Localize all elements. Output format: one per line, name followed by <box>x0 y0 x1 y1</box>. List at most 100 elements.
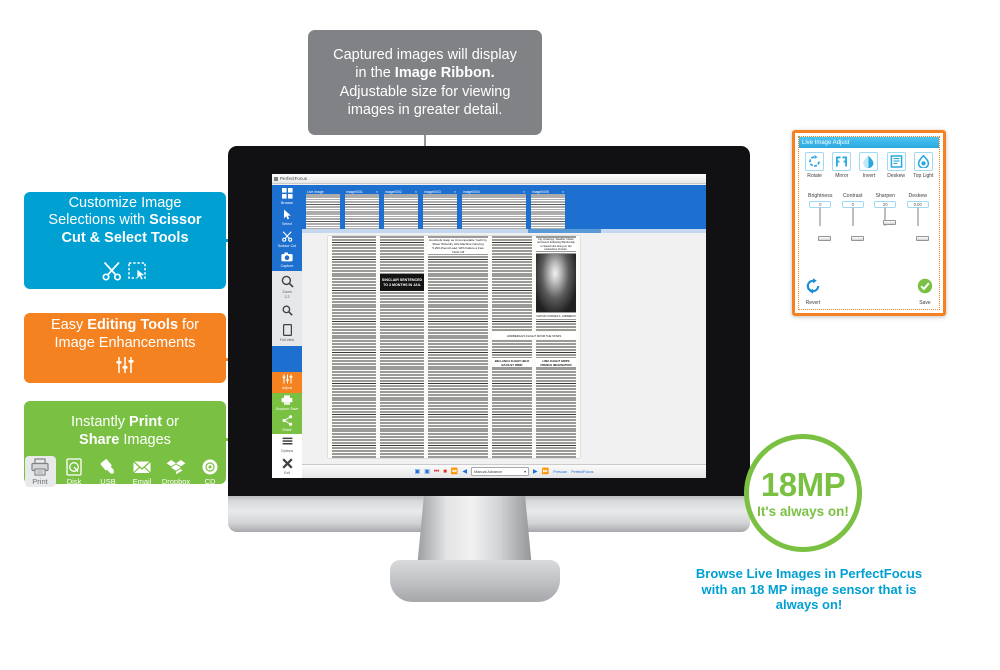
revert-refresh-icon <box>805 278 821 298</box>
tool-invert[interactable]: Invert <box>855 152 882 179</box>
sidebar-item-share[interactable]: Share <box>272 413 302 435</box>
sidebar-item-zoom-in[interactable]: Zoom 2.2 <box>272 271 302 302</box>
caption-captain-lindbergh: CAPTAIN CHARLES A. LINDBERGH <box>536 313 576 319</box>
browse-grid-icon <box>281 188 293 200</box>
sidebar-item-full-view[interactable]: Full view <box>272 319 302 347</box>
share-label-usb: USB <box>100 477 116 486</box>
callout-line-2-bold: Image Ribbon. <box>394 65 495 81</box>
slider-thumb-brightness[interactable] <box>818 236 832 241</box>
ribbon-thumb-image0002[interactable]: image0002 × <box>383 188 419 232</box>
tool-top-light[interactable]: Top Light <box>910 152 937 179</box>
slider-thumb-contrast[interactable] <box>850 236 864 241</box>
close-icon[interactable]: × <box>562 190 564 194</box>
tool-label-invert: Invert <box>862 172 876 179</box>
share-item-cd[interactable]: CD <box>195 456 226 487</box>
image-ribbon[interactable]: Live Image image0001 × image0002 × image… <box>302 185 706 233</box>
callout-editing-tools: Easy Editing Tools for Image Enhancement… <box>24 313 226 383</box>
ribbon-thumb-preview <box>462 194 526 231</box>
slider-contrast[interactable]: Contrast 0 <box>838 193 868 285</box>
share-item-dropbox[interactable]: Dropbox <box>161 456 192 487</box>
slider-thumb-sharpen[interactable] <box>883 220 897 226</box>
statusbar-prescan-label[interactable]: Prescan <box>553 470 567 474</box>
close-icon[interactable]: × <box>523 190 525 194</box>
headline-sinclair: SINCLAIR SENTENCED TO 3 MONTHS IN JAIL <box>380 274 424 291</box>
slider-track-sharpen[interactable] <box>883 206 897 226</box>
slider-track-contrast[interactable] <box>850 206 864 241</box>
tool-rotate[interactable]: Rotate <box>801 152 828 179</box>
ribbon-thumb-label: image0005 <box>532 189 549 194</box>
sidebar-item-options[interactable]: Options <box>272 434 302 456</box>
ribbon-thumb-image0003[interactable]: image0003 × <box>422 188 458 232</box>
full-view-icon <box>282 323 292 337</box>
bottom-caption: Browse Live Images in PerfectFocus with … <box>690 566 928 613</box>
top-light-icon <box>913 152 933 171</box>
share-item-disk[interactable]: Disk <box>59 456 90 487</box>
green-line-2-post: Images <box>119 431 171 448</box>
sidebar-item-zoom-out[interactable] <box>272 301 302 320</box>
share-item-print[interactable]: Print <box>24 456 56 487</box>
ribbon-thumb-image0004[interactable]: image0004 × <box>461 188 527 232</box>
slider-thumb-deskew[interactable] <box>915 236 929 241</box>
step-forward-button[interactable]: ▶ <box>533 469 538 475</box>
next-page-button[interactable]: ⏩ <box>542 469 549 475</box>
revert-button[interactable]: Revert <box>805 278 821 306</box>
ribbon-thumb-image0005[interactable]: image0005 × <box>530 188 566 232</box>
callout-line-4: images in greater detail. <box>347 102 503 118</box>
save-check-icon <box>917 278 933 298</box>
usb-icon <box>98 458 118 476</box>
sidebar-item-scissor-cut[interactable]: Scissor Cut <box>272 228 302 250</box>
live-image-adjust-sliders: Brightness 0 Contrast 0 Sharpen 20 Deske… <box>799 193 939 285</box>
camera-icon <box>281 252 293 263</box>
save-button[interactable]: Save <box>917 278 933 306</box>
viewer-statusbar: ▣ ▣ ⏮ ■ ⏪ ◀ Manual Advance ▾ ▶ ⏩ Prescan <box>302 464 706 478</box>
sidebar-item-adjust[interactable]: Adjust <box>272 372 302 393</box>
news-column <box>380 236 424 458</box>
slider-track-deskew[interactable] <box>915 206 929 241</box>
tool-deskew[interactable]: Deskew <box>883 152 910 179</box>
ribbon-thumb-preview <box>306 194 340 231</box>
18mp-badge: 18MP It's always on! <box>744 434 862 552</box>
close-icon[interactable]: × <box>415 190 417 194</box>
mirror-icon <box>832 152 852 171</box>
capture-alt-button[interactable]: ▣ <box>424 469 430 475</box>
slider-track-brightness[interactable] <box>818 206 832 241</box>
close-icon[interactable]: × <box>454 190 456 194</box>
headline-fig-drawings: Fig. Drawings, Weather Charts and Gents … <box>536 237 576 251</box>
image-viewer[interactable]: SINCLAIR SENTENCED TO 3 MONTHS IN JAIL H… <box>302 233 706 464</box>
share-item-usb[interactable]: USB <box>93 456 124 487</box>
statusbar-perfectfocus-label[interactable]: PerfectFocus <box>571 470 593 474</box>
stop-button[interactable]: ■ <box>443 469 447 475</box>
sidebar-item-exit[interactable]: Exit <box>272 455 302 478</box>
slider-deskew[interactable]: Deskew 0.00 <box>903 193 933 285</box>
ribbon-thumb-image0001[interactable]: image0001 × <box>344 188 380 232</box>
sidebar-item-select[interactable]: Select <box>272 207 302 229</box>
sidebar-item-capture[interactable]: Capture <box>272 249 302 272</box>
sidebar-item-browse[interactable]: Browse <box>272 185 302 208</box>
step-back-button[interactable]: ◀ <box>462 469 467 475</box>
share-item-email[interactable]: Email <box>127 456 158 487</box>
headline-lindberghs-flight: LINDBERGH'S FLIGHT FROM THE STARS <box>492 332 576 339</box>
close-icon[interactable]: × <box>376 190 378 194</box>
advance-mode-select[interactable]: Manual Advance ▾ <box>471 467 530 476</box>
blue-line-2-pre: Selections with <box>48 212 150 229</box>
prev-page-button[interactable]: ⏪ <box>451 469 458 475</box>
tool-mirror[interactable]: Mirror <box>828 152 855 179</box>
callout-image-ribbon: Captured images will display in the Imag… <box>308 30 542 135</box>
app-logo-icon <box>274 176 278 181</box>
first-page-button[interactable]: ⏮ <box>434 469 439 475</box>
caption-line-1: Browse Live Images in PerfectFocus <box>695 566 923 581</box>
callout-scissor-select: Customize Image Selections with Scissor … <box>24 192 226 289</box>
sidebar-item-dropbox-save[interactable]: Dropbox Save <box>272 392 302 414</box>
slider-label-contrast: Contrast <box>842 193 863 199</box>
callout-line-1: Captured images will display <box>333 46 517 63</box>
ribbon-thumb-preview <box>384 194 418 231</box>
ribbon-thumb-live[interactable]: Live Image <box>305 188 341 232</box>
ribbon-thumb-preview <box>531 194 565 231</box>
slider-sharpen[interactable]: Sharpen 20 <box>870 193 900 285</box>
news-column <box>332 236 376 458</box>
share-icon-row: Print Disk USB Email Dropbox CD <box>24 456 226 487</box>
tool-label-mirror: Mirror <box>835 172 849 179</box>
slider-brightness[interactable]: Brightness 0 <box>805 193 835 285</box>
sidebar-label-zoom: Zoom <box>282 290 292 295</box>
capture-button[interactable]: ▣ <box>415 469 421 475</box>
